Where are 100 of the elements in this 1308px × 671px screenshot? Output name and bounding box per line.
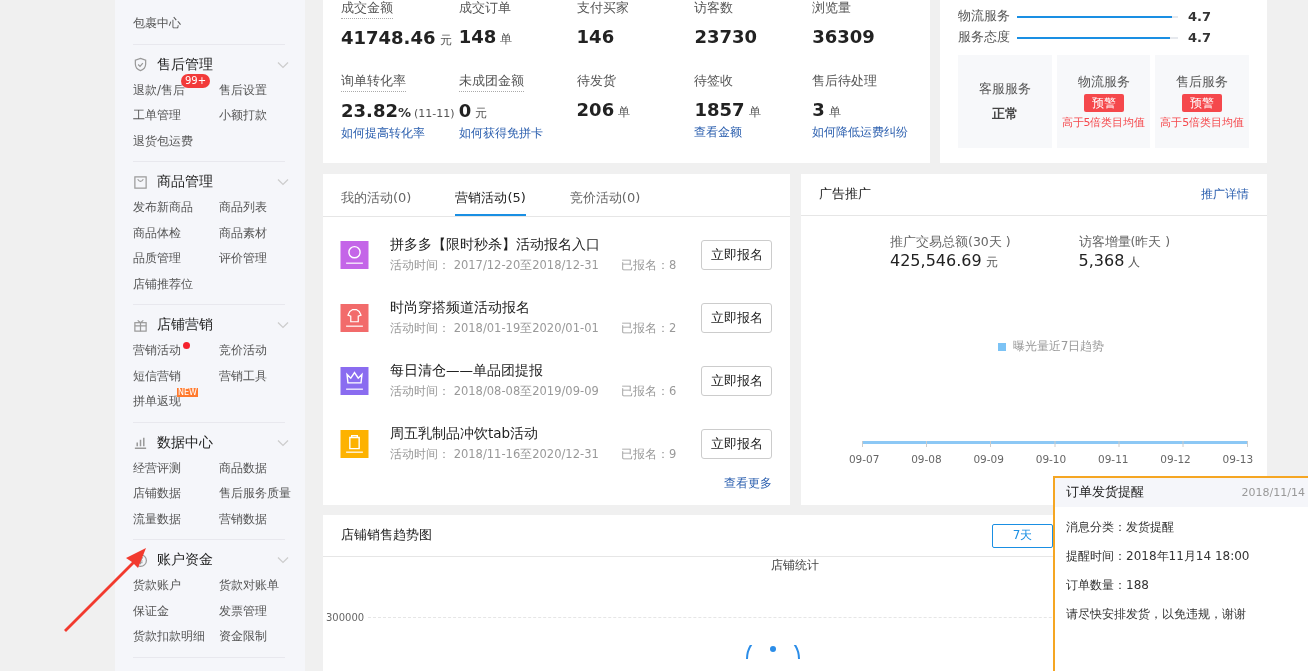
stat-label: 浏览量 [812,0,852,17]
menu-item[interactable]: 货款扣款明细 [133,628,205,646]
menu-item[interactable]: 小额打款 [219,107,267,125]
help-link[interactable]: 如何获得免拼卡 [458,126,543,141]
menu-item[interactable]: 商品体检 [133,224,181,242]
bar-chart-icon [133,435,148,450]
more-link[interactable]: 查看更多 [724,475,772,492]
axis-label: 09-13 [1221,453,1255,465]
menu-item[interactable]: 商品素材 [219,224,267,242]
new-tag: NEW [177,388,198,397]
menu-item[interactable]: 商品列表 [219,199,267,217]
menu-item[interactable]: 退货包运费 [133,132,193,150]
menu-item[interactable]: 发布新商品 [133,199,193,217]
axis-label: 09-11 [1097,453,1130,465]
menu-item[interactable]: 货款账户 [133,577,181,595]
stat-label: 待发货 [576,73,616,90]
card-title: 店铺销售趋势图 [341,527,432,544]
menu-item[interactable]: 竞价活动 [219,342,267,360]
stat-label: 售后待处理 [812,73,878,90]
menu-item[interactable]: 货款对账单 [219,577,279,595]
menu-item[interactable]: 店铺数据 [133,485,181,503]
activity-title[interactable]: 拼多多【限时秒杀】活动报名入口 [390,236,701,254]
section-title[interactable]: 商品管理 [157,173,277,191]
menu-item[interactable]: 评价管理 [219,250,267,268]
section-title[interactable]: 店铺营销 [157,316,277,334]
chevron-icon[interactable] [277,556,289,564]
stat-value: 0 [458,100,472,121]
box-icon [133,174,148,190]
warning-note: 高于5倍类目均值 [1160,114,1245,130]
help-link[interactable]: 如何提高转化率 [341,126,425,141]
legend-swatch [997,342,1006,351]
menu-item[interactable]: 品质管理 [133,250,181,268]
signup-count: 已报名：6 [621,384,677,399]
stat-date: (11-11) [413,107,455,120]
signup-button[interactable]: 立即报名 [701,365,772,396]
activity-tab[interactable]: 营销活动(5) [455,174,526,216]
axis-label: 300000 [326,612,365,623]
help-link[interactable]: 如何降低运费纠纷 [812,125,909,140]
stat-value: 148 [458,26,497,47]
stat-unit: 元 [475,105,488,122]
stat-label: 成交金额 [341,0,393,19]
menu-item[interactable]: 营销工具 [219,367,267,385]
axis-label: 09-07 [847,453,881,465]
menu-item[interactable]: 营销数据 [219,510,267,528]
menu-item[interactable]: 经营评测 [133,459,181,477]
stat-value: 23.82 [341,100,398,121]
activity-time: 活动时间： 2018/01-19至2020/01-01 [390,321,600,336]
chevron-icon[interactable] [277,438,289,447]
signup-button[interactable]: 立即报名 [701,239,772,270]
chevron-icon[interactable] [277,178,289,186]
menu-item[interactable]: 保证金 [133,602,169,620]
gift-icon [133,317,148,333]
rating-label: 服务态度 [958,29,1011,46]
chevron-icon[interactable] [277,321,289,329]
warning-tag: 预警 [1083,93,1124,112]
section-title[interactable]: 数据中心 [157,433,277,452]
axis-label: 09-09 [972,453,1005,465]
notification-text: 请尽快安排发货，以免违规，谢谢 [1066,606,1247,623]
metric-label: 访客增量(昨天 ) [1078,234,1172,251]
stat-unit: 单 [748,104,761,121]
menu-item[interactable]: 流量数据 [133,510,181,528]
menu-item[interactable]: 售后服务质量 [219,485,291,503]
data-point [745,645,801,659]
activity-title[interactable]: 时尚穿搭频道活动报名 [390,299,701,317]
metric-value: 5,368 [1078,251,1125,270]
section-title[interactable]: 账户资金 [157,551,277,569]
signup-button[interactable]: 立即报名 [701,428,772,459]
menu-item[interactable]: 店铺推荐位 [133,275,193,293]
service-title: 客服服务 [978,80,1031,98]
menu-item[interactable]: 工单管理 [133,107,181,125]
activity-title[interactable]: 每日清仓——单品团提报 [390,362,701,380]
menu-item[interactable]: 包裹中心 [133,15,181,33]
axis-label: 09-08 [910,453,943,465]
menu-item[interactable]: 发票管理 [219,602,267,620]
stat-unit: % [397,105,411,120]
details-link[interactable]: 推广详情 [1201,186,1249,203]
help-link[interactable]: 查看金额 [694,125,743,140]
chevron-icon[interactable] [277,60,289,69]
stat-unit: 元 [439,32,452,49]
menu-item[interactable]: 资金限制 [219,628,267,646]
menu-item[interactable]: 商品数据 [219,459,267,477]
rating-value: 4.7 [1188,30,1212,45]
activity-title[interactable]: 周五乳制品冲饮tab活动 [390,425,701,443]
menu-item[interactable]: 营销活动 [133,342,181,360]
stat-label: 待签收 [694,73,734,90]
stat-value: 41748.46 [341,27,436,48]
service-status: 正常 [991,104,1018,123]
section-title[interactable]: 售后管理 [157,55,277,74]
menu-item[interactable]: 售后设置 [219,81,267,99]
activity-time: 活动时间： 2018/11-16至2020/12-31 [390,447,600,462]
signup-button[interactable]: 立即报名 [701,302,772,333]
activity-tab[interactable]: 竞价活动(0) [569,174,641,216]
stat-value: 3 [812,99,825,120]
shield-icon [133,57,148,72]
range-button[interactable]: 7天 [992,523,1053,548]
activity-tab[interactable]: 我的活动(0) [341,174,412,216]
activity-time: 活动时间： 2017/12-20至2018/12-31 [390,258,600,273]
service-title: 物流服务 [1077,73,1130,91]
menu-item[interactable]: 短信营销 [133,367,181,385]
axis-label: 09-12 [1159,453,1192,465]
